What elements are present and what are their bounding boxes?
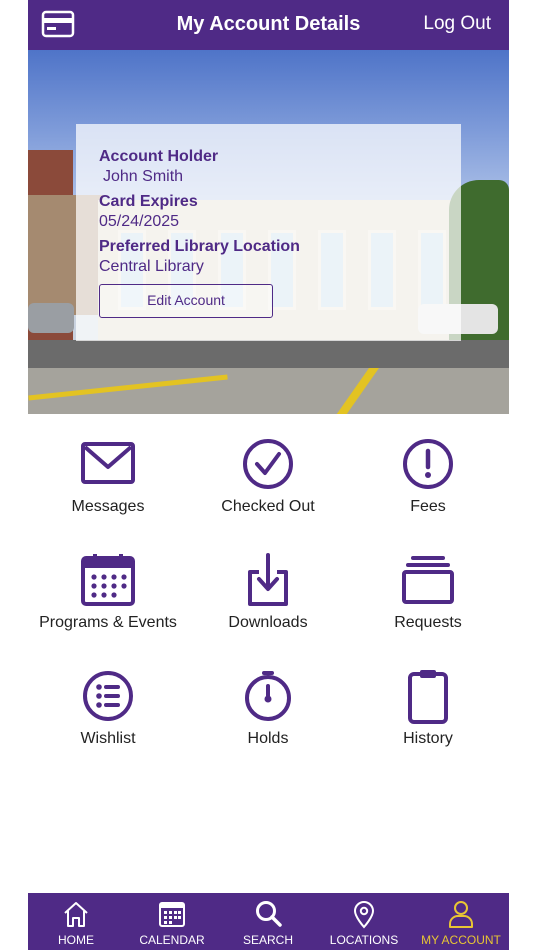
exclamation-circle-icon (403, 439, 453, 489)
wishlist-tile[interactable]: Wishlist (28, 646, 188, 756)
tab-label: CALENDAR (139, 933, 205, 947)
holds-tile[interactable]: Holds (188, 646, 348, 756)
tile-label: Requests (394, 614, 462, 631)
requests-tile[interactable]: Requests (348, 530, 508, 640)
tile-label: Wishlist (80, 730, 136, 747)
location-pin-icon (353, 901, 375, 929)
preferred-location-value: Central Library (99, 258, 204, 275)
download-icon (248, 553, 288, 606)
logout-button[interactable]: Log Out (423, 13, 491, 35)
list-icon (83, 671, 133, 721)
card-icon[interactable] (41, 10, 75, 38)
calendar-icon (159, 902, 185, 927)
envelope-icon (81, 442, 135, 484)
tab-home[interactable]: HOME (28, 893, 124, 950)
account-info-card: Account Holder John Smith Card Expires 0… (76, 124, 461, 341)
edit-account-button[interactable]: Edit Account (99, 284, 273, 318)
tab-my-account[interactable]: MY ACCOUNT (413, 893, 509, 950)
tile-label: Programs & Events (39, 614, 177, 631)
history-tile[interactable]: History (348, 646, 508, 756)
programs-events-tile[interactable]: Programs & Events (28, 530, 188, 640)
search-icon (256, 901, 282, 927)
tab-label: HOME (58, 933, 94, 947)
hero-banner: Account Holder John Smith Card Expires 0… (28, 50, 509, 414)
tab-search[interactable]: SEARCH (220, 893, 316, 950)
tile-label: Downloads (228, 614, 308, 631)
bottom-tab-bar: HOME CALENDAR SEARCH LOCATIONS MY ACCOUN… (28, 893, 509, 950)
checked-out-tile[interactable]: Checked Out (188, 414, 348, 524)
account-holder-label: Account Holder (99, 148, 219, 165)
calendar-icon (81, 554, 135, 606)
top-bar: My Account Details Log Out (28, 0, 509, 50)
messages-tile[interactable]: Messages (28, 414, 188, 524)
downloads-tile[interactable]: Downloads (188, 530, 348, 640)
tab-label: SEARCH (242, 933, 293, 947)
tile-label: Fees (410, 498, 446, 515)
home-icon (64, 902, 88, 927)
checkmark-circle-icon (243, 439, 293, 489)
tile-label: History (403, 730, 453, 747)
clipboard-icon (408, 670, 448, 724)
account-holder-value: John Smith (103, 168, 184, 185)
tile-label: Holds (247, 730, 289, 747)
stack-icon (402, 556, 454, 604)
tab-calendar[interactable]: CALENDAR (124, 893, 220, 950)
preferred-location-label: Preferred Library Location (99, 238, 300, 255)
tile-label: Messages (71, 498, 145, 515)
tile-label: Checked Out (221, 498, 315, 515)
app-screen: My Account Details Log Out Account Holde… (28, 0, 509, 950)
card-expires-value: 05/24/2025 (99, 213, 180, 230)
car-image (28, 303, 74, 333)
tab-label: LOCATIONS (329, 933, 399, 947)
fees-tile[interactable]: Fees (348, 414, 508, 524)
tab-locations[interactable]: LOCATIONS (316, 893, 412, 950)
user-icon (449, 901, 473, 928)
tab-label: MY ACCOUNT (421, 933, 501, 947)
card-expires-label: Card Expires (99, 193, 198, 210)
timer-icon (245, 671, 291, 721)
